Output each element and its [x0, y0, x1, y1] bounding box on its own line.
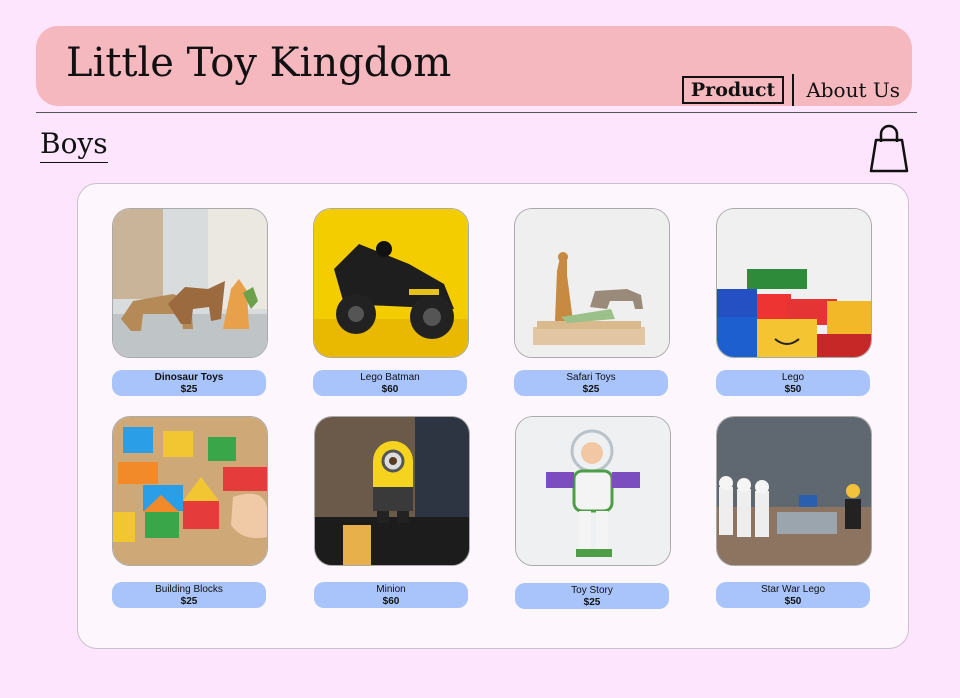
product-card-dinosaur[interactable]: Dinosaur Toys $25 [112, 208, 268, 396]
product-card-safari[interactable]: Safari Toys $25 [514, 208, 670, 396]
product-name: Toy Story [571, 585, 613, 596]
product-label[interactable]: Toy Story $25 [515, 583, 669, 609]
product-image[interactable] [716, 208, 872, 358]
product-label[interactable]: Lego $50 [716, 370, 870, 396]
product-name: Star War Lego [760, 584, 826, 595]
product-image[interactable] [314, 416, 470, 566]
product-card-toy-story[interactable]: Toy Story $25 [515, 416, 671, 609]
product-label[interactable]: Minion $60 [314, 582, 468, 608]
product-card-building-blocks[interactable]: Building Blocks $25 [112, 416, 268, 608]
product-name: Building Blocks [155, 584, 223, 595]
product-image[interactable] [112, 416, 268, 566]
main-nav: Product About Us [681, 74, 900, 106]
product-price: $50 [784, 596, 802, 607]
product-card-lego[interactable]: Lego $50 [716, 208, 872, 396]
product-price: $50 [784, 384, 802, 395]
site-header: Little Toy Kingdom Product About Us [36, 26, 912, 106]
nav-divider [792, 74, 795, 106]
product-name: Dinosaur Toys [154, 372, 224, 383]
product-price: $60 [381, 384, 399, 395]
product-label[interactable]: Building Blocks $25 [112, 582, 266, 608]
product-price: $25 [180, 596, 198, 607]
section-title: Boys [40, 128, 108, 163]
product-panel: Dinosaur Toys $25 Lego Batman $60 Safari… [77, 183, 909, 649]
product-name: Lego [781, 372, 805, 383]
header-divider [36, 112, 917, 113]
product-image[interactable] [716, 416, 872, 566]
product-card-minion[interactable]: Minion $60 [314, 416, 470, 608]
product-price: $25 [583, 597, 601, 608]
product-name: Safari Toys [566, 372, 616, 383]
product-card-star-war-lego[interactable]: Star War Lego $50 [716, 416, 872, 608]
product-name: Lego Batman [360, 372, 420, 383]
nav-product-link[interactable]: Product [681, 76, 785, 104]
product-image[interactable] [515, 416, 671, 566]
product-image[interactable] [313, 208, 469, 358]
product-label[interactable]: Star War Lego $50 [716, 582, 870, 608]
shopping-bag-icon[interactable] [869, 124, 909, 174]
product-price: $60 [382, 596, 400, 607]
site-title: Little Toy Kingdom [66, 40, 452, 86]
product-label[interactable]: Safari Toys $25 [514, 370, 668, 396]
product-image[interactable] [514, 208, 670, 358]
product-label[interactable]: Dinosaur Toys $25 [112, 370, 266, 396]
product-price: $25 [180, 384, 198, 395]
product-image[interactable] [112, 208, 268, 358]
nav-about-link[interactable]: About Us [806, 78, 900, 102]
product-price: $25 [582, 384, 600, 395]
product-card-lego-batman[interactable]: Lego Batman $60 [313, 208, 469, 396]
product-name: Minion [376, 584, 406, 595]
product-label[interactable]: Lego Batman $60 [313, 370, 467, 396]
